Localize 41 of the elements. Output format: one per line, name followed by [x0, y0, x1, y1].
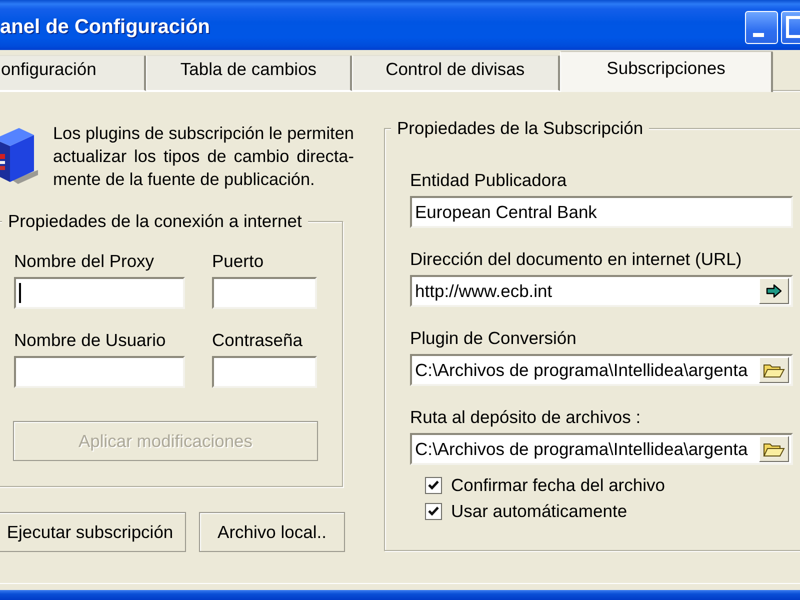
checkbox-label[interactable]: Usar automáticamente [451, 502, 628, 520]
checkbox-label[interactable]: Confirmar fecha del archivo [451, 476, 665, 494]
computer-tower-icon [0, 126, 40, 184]
field-label: Entidad Publicadora [410, 171, 568, 190]
arrow-right-icon [766, 284, 782, 298]
folder-icon [763, 440, 785, 458]
input-field[interactable] [212, 277, 317, 309]
group-title: Propiedades de la Subscripción [391, 118, 650, 139]
browse-button[interactable] [759, 436, 789, 462]
field-label: Ruta al depósito de archivos : [410, 408, 642, 427]
input-field[interactable] [14, 277, 185, 309]
browse-button[interactable] [759, 357, 789, 383]
local-file-button[interactable]: Archivo local.. [199, 512, 345, 552]
minimize-icon [753, 32, 764, 36]
input-field[interactable] [14, 356, 185, 388]
window-title: anel de Configuración [0, 16, 212, 38]
field-label: Puerto [212, 252, 265, 271]
folder-icon [763, 362, 785, 378]
checkbox[interactable] [425, 476, 442, 494]
tab[interactable]: Control de divisas [352, 55, 560, 91]
run-subscription-button[interactable]: Ejecutar subscripción [0, 512, 186, 552]
maximize-button[interactable] [781, 10, 800, 44]
field-label: Plugin de Conversión [410, 329, 578, 348]
tab[interactable]: onfiguración [0, 55, 146, 91]
tab[interactable]: Tabla de cambios [146, 55, 352, 91]
field-label: Nombre de Usuario [14, 331, 167, 350]
checkbox[interactable] [425, 502, 442, 520]
go-button[interactable] [759, 278, 789, 304]
field-label: Nombre del Proxy [14, 252, 156, 271]
input-field[interactable]: C:\Archivos de programa\Intellidea\argenta [410, 433, 793, 465]
input-field[interactable]: European Central Bank [410, 196, 793, 228]
field-label: Dirección del documento en internet (URL) [410, 250, 743, 269]
group-title: Propiedades de la conexión a internet [2, 211, 308, 232]
input-field[interactable]: http://www.ecb.int [410, 275, 793, 307]
field-label: Contraseña [212, 331, 304, 350]
maximize-icon [786, 16, 800, 38]
tab[interactable]: Subscripciones [560, 51, 774, 92]
description-text: Los plugins de subscripción le permiten actualizar los tipos de cambio directa- mente de la fuente de publicación. [53, 122, 354, 191]
input-field[interactable]: C:\Archivos de programa\Intellidea\argenta [410, 354, 793, 386]
minimize-button[interactable] [745, 10, 778, 44]
input-field[interactable] [212, 356, 317, 388]
